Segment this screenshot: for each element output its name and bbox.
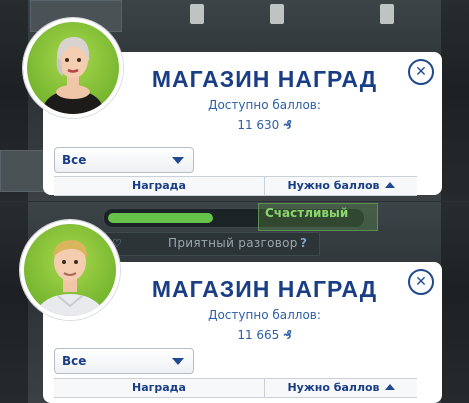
close-icon[interactable]: ✕: [408, 269, 434, 295]
satisfaction-points-icon: ₰: [283, 328, 292, 342]
points-number: 11 630: [237, 118, 280, 132]
female-sim-portrait-icon: [43, 36, 103, 114]
column-header-points-needed-label: Нужно баллов: [287, 381, 380, 394]
points-number: 11 665: [237, 328, 280, 342]
background-counter: [0, 150, 46, 192]
sort-ascending-icon: [384, 384, 395, 390]
column-header-points-needed[interactable]: Нужно баллов: [265, 381, 417, 394]
reward-store-panel-1: МАГАЗИН НАГРАД Доступно баллов: 11 630 ₰ …: [0, 0, 469, 201]
column-header-points-needed-label: Нужно баллов: [287, 179, 380, 192]
chevron-down-icon: [172, 358, 184, 365]
column-header-points-needed[interactable]: Нужно баллов: [265, 179, 417, 192]
column-headers: Награда Нужно баллов: [54, 378, 417, 398]
need-bar-fill: [108, 213, 213, 223]
points-available-value: 11 630 ₰: [43, 118, 442, 132]
column-headers: Награда Нужно баллов: [54, 176, 417, 196]
points-available-label: Доступно баллов:: [208, 308, 321, 322]
filter-dropdown[interactable]: Все: [54, 348, 194, 374]
moodlet-label: Счастливый: [265, 206, 349, 220]
close-icon[interactable]: ✕: [408, 59, 434, 85]
background-lamp: [190, 4, 204, 24]
sort-ascending-icon: [384, 182, 395, 188]
points-available-value: 11 665 ₰: [43, 328, 442, 342]
column-header-reward[interactable]: Награда: [54, 381, 264, 394]
reward-store-panel-2: Счастливый ♡ Приятный разговор ? МАГАЗИН…: [0, 202, 469, 403]
filter-selected-value: Все: [62, 153, 87, 167]
filter-selected-value: Все: [62, 354, 87, 368]
satisfaction-points-icon: ₰: [283, 118, 292, 132]
column-header-reward[interactable]: Награда: [54, 179, 264, 192]
help-question-icon[interactable]: ?: [300, 236, 307, 250]
background-lamp: [270, 4, 284, 24]
male-sim-portrait-icon: [36, 240, 104, 316]
sim-avatar-male: [20, 220, 120, 320]
sim-avatar-female: [23, 18, 123, 118]
filter-dropdown[interactable]: Все: [54, 147, 194, 173]
chevron-down-icon: [172, 157, 184, 164]
interaction-label: Приятный разговор: [168, 236, 298, 250]
background-lamp: [380, 4, 394, 24]
